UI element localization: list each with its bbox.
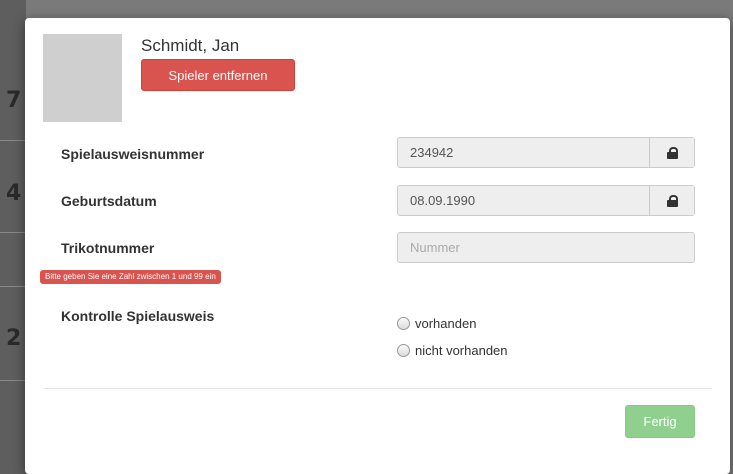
pass-number-label: Spielausweisnummer	[61, 146, 205, 162]
footer-divider	[43, 388, 712, 389]
background-page: 7 4 2	[0, 0, 26, 474]
birth-date-lock	[649, 186, 694, 215]
jersey-number-label: Trikotnummer	[61, 240, 155, 256]
background-divider	[0, 232, 26, 233]
background-digit: 4	[6, 181, 22, 206]
pass-number-lock	[649, 138, 694, 167]
remove-player-button[interactable]: Spieler entfernen	[141, 59, 295, 91]
birth-date-input[interactable]	[398, 186, 649, 215]
radio-option-not-present[interactable]: nicht vorhanden	[397, 343, 508, 358]
lock-icon	[666, 146, 678, 159]
background-digit: 2	[6, 326, 22, 351]
birth-date-label: Geburtsdatum	[61, 193, 157, 209]
radio-button[interactable]	[397, 344, 410, 357]
player-avatar	[43, 34, 122, 122]
background-divider	[0, 140, 26, 141]
background-divider	[0, 286, 26, 287]
jersey-number-field	[397, 232, 695, 263]
player-dialog: Schmidt, Jan Spieler entfernen Spielausw…	[25, 18, 730, 474]
background-digit: 7	[6, 88, 22, 113]
radio-option-present[interactable]: vorhanden	[397, 316, 476, 331]
radio-label: vorhanden	[415, 316, 477, 331]
radio-button[interactable]	[397, 317, 410, 330]
radio-label: nicht vorhanden	[415, 343, 508, 358]
birth-date-field	[397, 185, 695, 216]
pass-number-input[interactable]	[398, 138, 649, 167]
pass-number-field	[397, 137, 695, 168]
done-button[interactable]: Fertig	[625, 405, 695, 438]
jersey-number-error: Bitte geben Sie eine Zahl zwischen 1 und…	[40, 270, 221, 284]
lock-icon	[666, 194, 678, 207]
player-name: Schmidt, Jan	[141, 36, 240, 55]
pass-check-label: Kontrolle Spielausweis	[61, 308, 215, 324]
background-divider	[0, 380, 26, 381]
jersey-number-input[interactable]	[398, 233, 694, 262]
